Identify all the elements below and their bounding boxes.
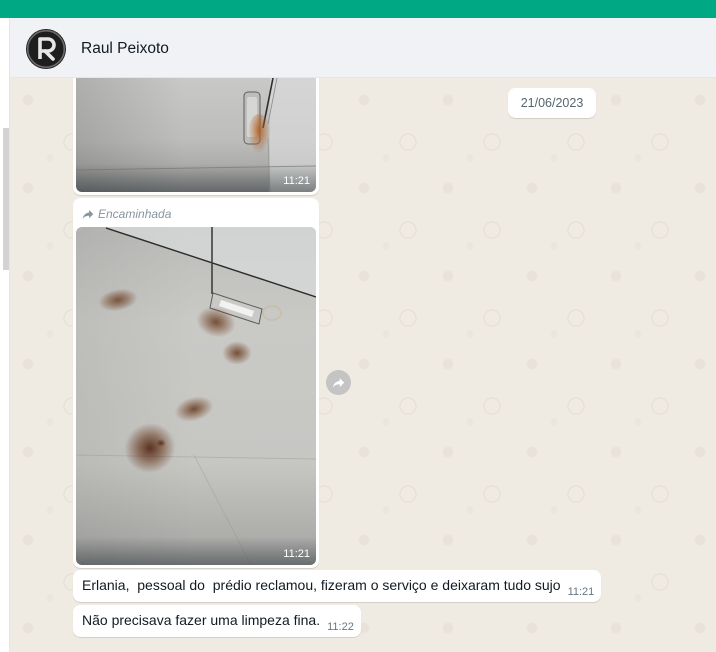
message-time: 11:21: [567, 586, 595, 598]
message-time: 11:21: [283, 548, 310, 560]
rust-stain: [248, 114, 270, 154]
message-text: Erlania, pessoal do prédio reclamou, fiz…: [82, 577, 561, 593]
contact-name[interactable]: Raul Peixoto: [81, 39, 169, 59]
photo-shade: [76, 164, 316, 192]
text-message[interactable]: Erlania, pessoal do prédio reclamou, fiz…: [73, 570, 602, 602]
forwarded-image-message[interactable]: Encaminhada 11:21: [73, 198, 319, 568]
app-top-bar: [0, 0, 716, 18]
message-list[interactable]: 21/06/2023 11:21 Encaminhada 11:21 Erlan…: [10, 78, 716, 652]
forwarded-arrow-icon: [82, 209, 94, 219]
dirt-stain: [156, 439, 166, 447]
message-time: 11:22: [327, 621, 354, 633]
photo-shade: [76, 537, 316, 565]
image-message[interactable]: 11:21: [73, 78, 319, 195]
message-photo[interactable]: 11:21: [76, 227, 316, 565]
forwarded-label-row: Encaminhada: [76, 201, 316, 227]
text-message[interactable]: Não precisava fazer uma limpeza fina. 11…: [73, 605, 361, 637]
profile-logo-icon: [26, 29, 66, 69]
message-text: Não precisava fazer uma limpeza fina.: [82, 612, 321, 628]
forward-message-button[interactable]: [326, 370, 351, 395]
floor-mark: [262, 305, 282, 321]
message-photo[interactable]: 11:21: [76, 78, 316, 192]
chat-list-panel-edge: [0, 18, 10, 652]
chat-list-scrollbar[interactable]: [3, 128, 9, 270]
message-time: 11:21: [283, 175, 310, 187]
avatar[interactable]: [26, 29, 66, 69]
forwarded-label: Encaminhada: [98, 207, 172, 221]
forward-icon: [332, 377, 345, 388]
date-badge: 21/06/2023: [508, 88, 596, 118]
conversation-header[interactable]: Raul Peixoto: [10, 18, 716, 78]
dirt-stain: [222, 341, 252, 365]
